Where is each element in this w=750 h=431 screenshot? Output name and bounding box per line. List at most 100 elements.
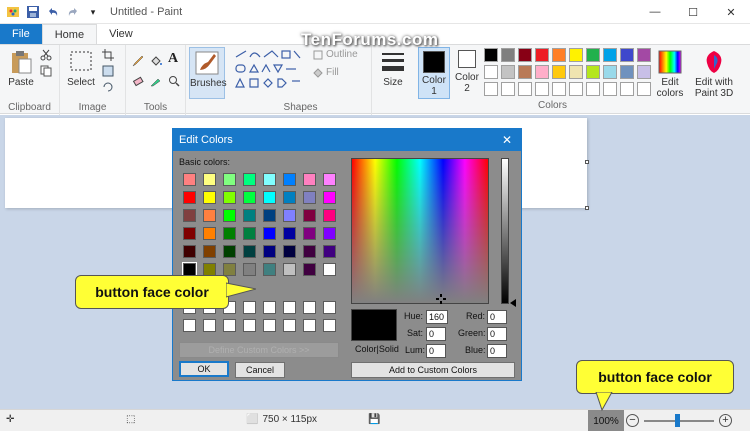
- basic-color-cell[interactable]: [263, 227, 276, 240]
- basic-color-cell[interactable]: [223, 191, 236, 204]
- basic-color-cell[interactable]: [223, 209, 236, 222]
- basic-color-cell[interactable]: [323, 173, 336, 186]
- redo-icon[interactable]: [66, 5, 80, 19]
- palette-swatch[interactable]: [569, 82, 583, 96]
- basic-color-cell[interactable]: [243, 263, 256, 276]
- basic-color-cell[interactable]: [183, 245, 196, 258]
- palette-swatch[interactable]: [501, 48, 515, 62]
- basic-color-cell[interactable]: [303, 227, 316, 240]
- resize-icon[interactable]: [102, 65, 114, 77]
- basic-color-cell[interactable]: [243, 191, 256, 204]
- dialog-close-button[interactable]: ✕: [499, 132, 515, 148]
- basic-color-cell[interactable]: [203, 173, 216, 186]
- green-field[interactable]: 0: [487, 327, 507, 341]
- text-tool-icon[interactable]: A: [168, 51, 178, 67]
- basic-color-cell[interactable]: [283, 209, 296, 222]
- custom-color-cell[interactable]: [243, 301, 256, 314]
- palette-swatch[interactable]: [620, 65, 634, 79]
- outline-icon[interactable]: [312, 49, 324, 61]
- fill-shape-icon[interactable]: [312, 67, 324, 79]
- basic-color-cell[interactable]: [263, 191, 276, 204]
- palette-swatch[interactable]: [586, 48, 600, 62]
- custom-color-cell[interactable]: [263, 301, 276, 314]
- basic-color-cell[interactable]: [283, 191, 296, 204]
- tab-file[interactable]: File: [0, 24, 42, 44]
- undo-icon[interactable]: [46, 5, 60, 19]
- basic-color-cell[interactable]: [283, 227, 296, 240]
- palette-swatch[interactable]: [552, 48, 566, 62]
- palette-swatch[interactable]: [603, 48, 617, 62]
- basic-color-cell[interactable]: [283, 245, 296, 258]
- palette-swatch[interactable]: [518, 48, 532, 62]
- palette-swatch[interactable]: [535, 65, 549, 79]
- lum-field[interactable]: 0: [426, 344, 446, 358]
- basic-color-cell[interactable]: [203, 209, 216, 222]
- close-button[interactable]: ✕: [712, 0, 750, 24]
- basic-color-cell[interactable]: [243, 227, 256, 240]
- save-icon[interactable]: [26, 5, 40, 19]
- basic-color-cell[interactable]: [263, 245, 276, 258]
- custom-color-cell[interactable]: [303, 301, 316, 314]
- palette-swatch[interactable]: [637, 82, 651, 96]
- palette-swatch[interactable]: [569, 65, 583, 79]
- palette-swatch[interactable]: [518, 82, 532, 96]
- add-to-custom-colors-button[interactable]: Add to Custom Colors: [351, 362, 515, 378]
- custom-color-cell[interactable]: [283, 319, 296, 332]
- palette-swatch[interactable]: [501, 65, 515, 79]
- basic-color-cell[interactable]: [323, 227, 336, 240]
- minimize-button[interactable]: —: [636, 0, 674, 24]
- palette-swatch[interactable]: [586, 65, 600, 79]
- basic-color-cell[interactable]: [303, 191, 316, 204]
- basic-color-cell[interactable]: [203, 227, 216, 240]
- outline-label[interactable]: Outline: [326, 49, 358, 60]
- basic-color-cell[interactable]: [323, 191, 336, 204]
- basic-color-cell[interactable]: [183, 209, 196, 222]
- palette-swatch[interactable]: [620, 82, 634, 96]
- basic-color-cell[interactable]: [223, 173, 236, 186]
- fill-icon[interactable]: [150, 55, 162, 67]
- red-field[interactable]: 0: [487, 310, 507, 324]
- define-custom-colors-button[interactable]: Define Custom Colors >>: [179, 342, 339, 358]
- select-button[interactable]: Select: [64, 49, 98, 88]
- size-button[interactable]: Size: [376, 49, 410, 88]
- basic-color-cell[interactable]: [323, 245, 336, 258]
- basic-color-cell[interactable]: [283, 263, 296, 276]
- tab-home[interactable]: Home: [41, 24, 98, 44]
- fill-label[interactable]: Fill: [326, 67, 339, 78]
- palette-swatch[interactable]: [535, 82, 549, 96]
- palette-swatch[interactable]: [484, 48, 498, 62]
- cancel-button[interactable]: Cancel: [235, 362, 285, 378]
- custom-color-cell[interactable]: [243, 319, 256, 332]
- custom-color-cell[interactable]: [223, 319, 236, 332]
- basic-color-cell[interactable]: [183, 173, 196, 186]
- palette-swatch[interactable]: [484, 65, 498, 79]
- basic-color-cell[interactable]: [183, 227, 196, 240]
- basic-color-cell[interactable]: [203, 245, 216, 258]
- palette-swatch[interactable]: [552, 65, 566, 79]
- palette-swatch[interactable]: [620, 48, 634, 62]
- basic-color-cell[interactable]: [323, 263, 336, 276]
- blue-field[interactable]: 0: [487, 344, 507, 358]
- color2-button[interactable]: Color 2: [452, 50, 482, 94]
- zoom-in-button[interactable]: +: [719, 414, 732, 427]
- basic-color-cell[interactable]: [283, 173, 296, 186]
- crop-icon[interactable]: [102, 49, 114, 61]
- tab-view[interactable]: View: [97, 24, 145, 44]
- palette-swatch[interactable]: [484, 82, 498, 96]
- basic-color-cell[interactable]: [323, 209, 336, 222]
- pencil-icon[interactable]: [132, 55, 144, 67]
- palette-swatch[interactable]: [518, 65, 532, 79]
- palette-swatch[interactable]: [535, 48, 549, 62]
- basic-color-cell[interactable]: [223, 263, 236, 276]
- basic-color-cell[interactable]: [243, 209, 256, 222]
- canvas-resize-handle-right[interactable]: [585, 160, 589, 164]
- basic-color-cell[interactable]: [243, 173, 256, 186]
- basic-color-cell[interactable]: [303, 173, 316, 186]
- zoom-slider-thumb[interactable]: [675, 414, 680, 427]
- palette-swatch[interactable]: [603, 82, 617, 96]
- basic-color-cell[interactable]: [223, 227, 236, 240]
- palette-swatch[interactable]: [501, 82, 515, 96]
- rotate-icon[interactable]: [102, 81, 114, 93]
- custom-color-cell[interactable]: [323, 301, 336, 314]
- color-spectrum[interactable]: [351, 158, 489, 304]
